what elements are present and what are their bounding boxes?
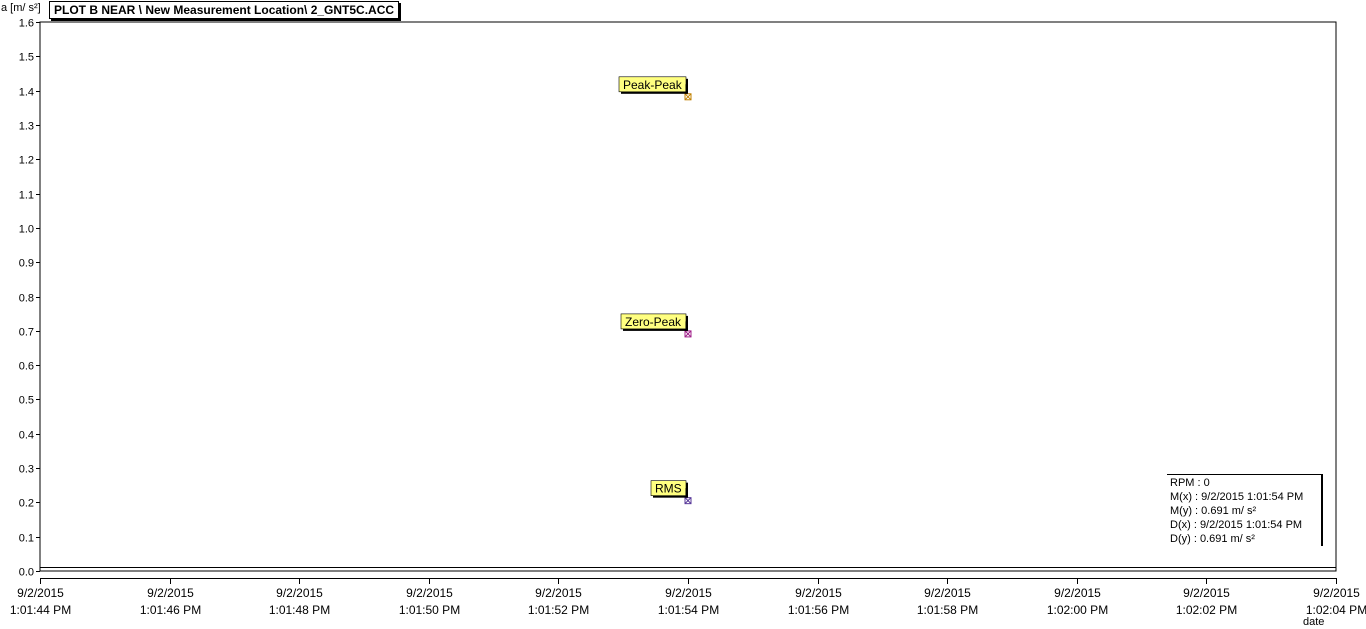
cursor-info-box: RPM : 0 M(x) : 9/2/2015 1:01:54 PM M(y) …: [1167, 474, 1323, 546]
y-tick-label: 1.2: [19, 155, 34, 167]
y-tick-label: 0.4: [19, 430, 34, 442]
y-tick-label: 0.1: [19, 533, 34, 545]
x-tick-label-time: 1:01:54 PM: [658, 603, 719, 617]
x-tick-label-time: 1:01:48 PM: [269, 603, 330, 617]
x-tick-label-time: 1:02:02 PM: [1176, 603, 1237, 617]
x-tick-label-date: 9/2/2015: [535, 586, 582, 600]
x-tick-label-date: 9/2/2015: [1054, 586, 1101, 600]
point-label: RMS: [655, 482, 682, 496]
y-tick-label: 0.5: [19, 395, 34, 407]
y-tick-label: 0.9: [19, 258, 34, 270]
x-axis-unit-label: date: [1303, 616, 1325, 628]
y-tick-label: 0.0: [19, 567, 34, 579]
x-tick-label-date: 9/2/2015: [276, 586, 323, 600]
x-tick-label-date: 9/2/2015: [924, 586, 971, 600]
x-tick-label-time: 1:01:46 PM: [140, 603, 201, 617]
x-tick-label-time: 1:02:00 PM: [1047, 603, 1108, 617]
y-tick-label: 1.5: [19, 52, 34, 64]
delta-y-readout: D(y) : 0.691 m/ s²: [1170, 533, 1255, 545]
y-tick-label: 1.3: [19, 121, 34, 133]
marker-x-readout: M(x) : 9/2/2015 1:01:54 PM: [1170, 491, 1304, 503]
y-axis-ticks: 0.0 0.1 0.2 0.3 0.4 0.5 0.6 0.7 0.8 0.9 1.0 1.1 1.2 1…: [19, 18, 40, 579]
x-tick-label-time: 1:02:04 PM: [1306, 603, 1366, 617]
point-label: Zero-Peak: [625, 315, 682, 329]
y-tick-label: 0.8: [19, 293, 34, 305]
y-tick-label: 1.4: [19, 87, 34, 99]
marker-y-readout: M(y) : 0.691 m/ s²: [1170, 505, 1257, 517]
y-tick-label: 1.6: [19, 18, 34, 30]
x-tick-label-date: 9/2/2015: [17, 586, 64, 600]
x-tick-label-time: 1:01:58 PM: [917, 603, 978, 617]
rpm-readout: RPM : 0: [1170, 477, 1210, 489]
x-tick-label-time: 1:01:52 PM: [528, 603, 589, 617]
x-axis-ticks: 9/2/2015 1:01:44 PM 9/2/2015 1:01:46 PM 9/2/…: [10, 578, 1366, 617]
x-tick-label-date: 9/2/2015: [1183, 586, 1230, 600]
y-tick-label: 0.3: [19, 464, 34, 476]
delta-x-readout: D(x) : 9/2/2015 1:01:54 PM: [1170, 519, 1303, 531]
y-tick-label: 0.7: [19, 327, 34, 339]
trend-chart[interactable]: 0.0 0.1 0.2 0.3 0.4 0.5 0.6 0.7 0.8 0.9 1.0 1.1 1.2 1…: [0, 0, 1366, 629]
x-tick-label-date: 9/2/2015: [147, 586, 194, 600]
y-tick-label: 0.6: [19, 361, 34, 373]
point-label: Peak-Peak: [623, 78, 683, 92]
x-tick-label-date: 9/2/2015: [1313, 586, 1360, 600]
x-tick-label-date: 9/2/2015: [665, 586, 712, 600]
y-tick-label: 0.2: [19, 498, 34, 510]
x-tick-label-date: 9/2/2015: [406, 586, 453, 600]
x-tick-label-date: 9/2/2015: [795, 586, 842, 600]
x-tick-label-time: 1:01:56 PM: [788, 603, 849, 617]
x-tick-label-time: 1:01:50 PM: [399, 603, 460, 617]
y-tick-label: 1.1: [19, 190, 34, 202]
x-tick-label-time: 1:01:44 PM: [10, 603, 71, 617]
y-tick-label: 1.0: [19, 224, 34, 236]
